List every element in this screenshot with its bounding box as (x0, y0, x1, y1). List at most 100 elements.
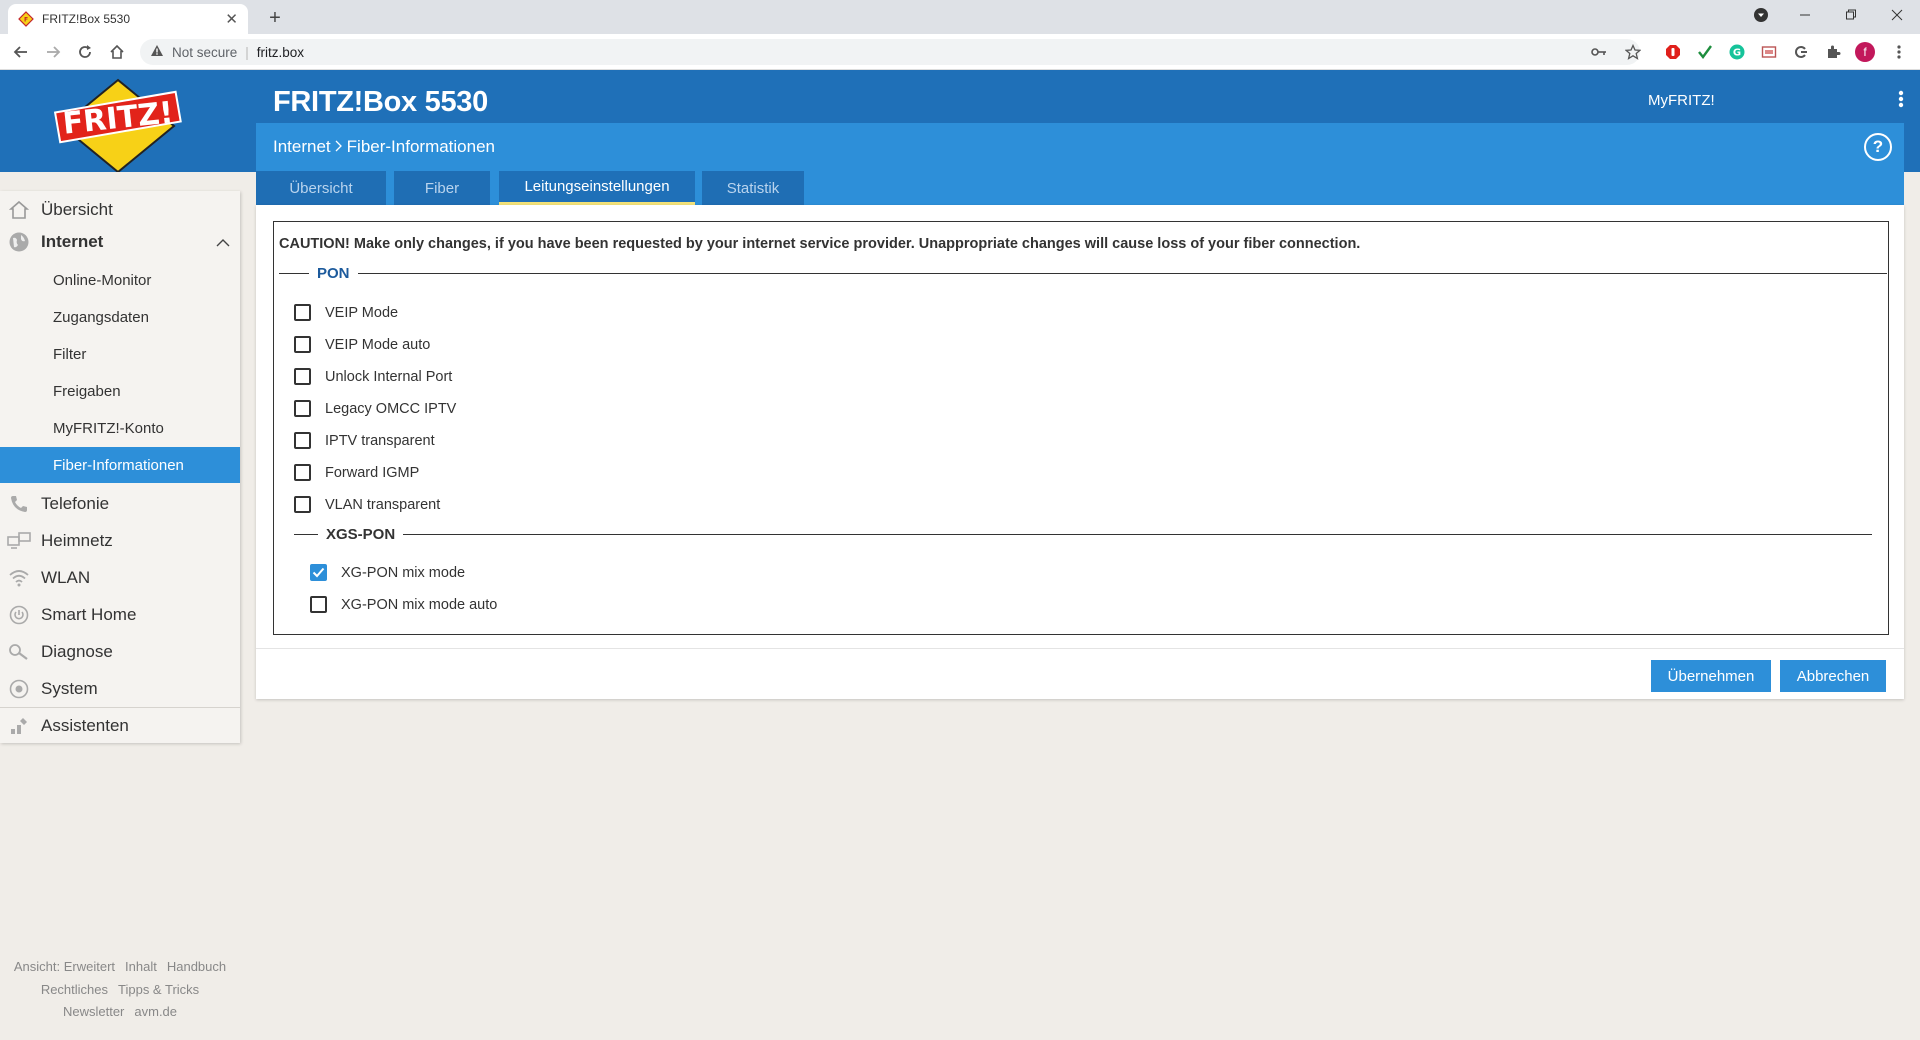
forward-icon[interactable] (40, 40, 66, 64)
check-extension-icon[interactable] (1694, 41, 1716, 63)
pon-legend: PON (279, 265, 1887, 282)
grammarly-extension-icon[interactable]: G (1726, 41, 1748, 63)
profile-avatar[interactable]: f (1854, 41, 1876, 63)
close-window-icon[interactable] (1874, 0, 1920, 30)
content-card: CAUTION! Make only changes, if you have … (256, 205, 1904, 699)
footer-link[interactable]: Newsletter (63, 1004, 124, 1019)
breadcrumb-internet[interactable]: Internet (273, 137, 331, 156)
url-text[interactable]: fritz.box (257, 45, 304, 60)
sidebar-item-diagnose[interactable]: Diagnose (0, 635, 240, 669)
sidebar-subitem-online-monitor[interactable]: Online-Monitor (0, 262, 240, 298)
security-label[interactable]: Not secure (172, 45, 237, 60)
browser-tabbar: F FRITZ!Box 5530 ✕ + (0, 0, 1920, 34)
legend-line (279, 273, 309, 274)
checkbox[interactable] (294, 464, 311, 481)
back-icon[interactable] (8, 40, 34, 64)
sidebar-item-smart-home[interactable]: Smart Home (0, 598, 240, 632)
checkbox-row[interactable]: XG-PON mix mode auto (310, 596, 497, 613)
checkbox[interactable] (294, 496, 311, 513)
checkbox[interactable] (294, 336, 311, 353)
pon-legend-label: PON (317, 265, 350, 282)
profile-initial: f (1855, 42, 1875, 62)
sidebar-item-assistenten[interactable]: Assistenten (0, 709, 240, 743)
caution-text: CAUTION! Make only changes, if you have … (279, 236, 1361, 252)
key-icon[interactable] (1588, 41, 1610, 63)
new-tab-button[interactable]: + (262, 6, 288, 32)
checkbox-row[interactable]: IPTV transparent (294, 432, 435, 449)
sidebar-divider (0, 707, 240, 708)
power-icon (7, 603, 31, 627)
checkbox-row[interactable]: Legacy OMCC IPTV (294, 400, 456, 417)
browser-toolbar: Not secure | fritz.box G f (0, 34, 1920, 70)
restore-icon[interactable] (1828, 0, 1874, 30)
footer-link[interactable]: Rechtliches (41, 982, 108, 997)
home-button-icon[interactable] (104, 40, 130, 64)
tab-leitungseinstellungen[interactable]: Leitungseinstellungen (499, 171, 695, 205)
sidebar-subitem-fiber-informationen[interactable]: Fiber-Informationen (0, 447, 240, 483)
product-name: FRITZ!Box 5530 (273, 86, 488, 118)
reload-icon[interactable] (72, 40, 98, 64)
chevron-up-icon[interactable] (216, 235, 230, 249)
breadcrumb-page: Fiber-Informationen (346, 137, 495, 156)
checkbox-row[interactable]: XG-PON mix mode (310, 564, 465, 581)
sidebar-item-wlan[interactable]: WLAN (0, 561, 240, 595)
checkbox-row[interactable]: VLAN transparent (294, 496, 440, 513)
checkbox-checked[interactable] (310, 564, 327, 581)
bookmark-star-icon[interactable] (1622, 41, 1644, 63)
footer-link[interactable]: Inhalt (125, 959, 157, 974)
footer-links-row-3: Newsletter avm.de (0, 1004, 240, 1019)
checkbox-row[interactable]: VEIP Mode auto (294, 336, 430, 353)
checkbox[interactable] (294, 304, 311, 321)
checkbox-row[interactable]: VEIP Mode (294, 304, 398, 321)
sidebar-item-uebersicht[interactable]: Übersicht (0, 195, 240, 225)
svg-text:G: G (1733, 48, 1741, 59)
checkbox[interactable] (294, 400, 311, 417)
cancel-button[interactable]: Abbrechen (1780, 660, 1886, 692)
refresh-extension-icon[interactable] (1790, 41, 1812, 63)
footer-link[interactable]: avm.de (134, 1004, 177, 1019)
tab-fiber[interactable]: Fiber (394, 171, 490, 205)
system-icon (7, 677, 31, 701)
myfritz-link[interactable]: MyFRITZ! (1648, 92, 1715, 109)
footer-link[interactable]: Ansicht: Erweitert (14, 959, 115, 974)
footer-link[interactable]: Handbuch (167, 959, 226, 974)
sidebar-item-internet[interactable]: Internet (0, 225, 240, 259)
fritz-menu-icon[interactable] (1895, 90, 1907, 108)
adblock-extension-icon[interactable] (1662, 41, 1684, 63)
fritz-logo[interactable]: FRITZ! (48, 76, 188, 174)
sidebar-item-telefonie[interactable]: Telefonie (0, 487, 240, 521)
sidebar-item-label: Übersicht (41, 200, 113, 219)
breadcrumb-chevron-icon (335, 137, 343, 156)
sidebar-item-system[interactable]: System (0, 672, 240, 706)
checkbox-row[interactable]: Unlock Internal Port (294, 368, 452, 385)
minimize-icon[interactable] (1782, 0, 1828, 30)
content-header: Internet Fiber-Informationen ? Übersicht … (256, 123, 1904, 205)
sidebar-subitem-freigaben[interactable]: Freigaben (0, 373, 240, 409)
sidebar-subitem-myfritz-konto[interactable]: MyFRITZ!-Konto (0, 410, 240, 446)
browser-menu-icon[interactable] (1888, 41, 1910, 63)
profile-dropdown-icon[interactable] (1738, 0, 1784, 30)
checkbox[interactable] (310, 596, 327, 613)
fritz-favicon-icon: F (18, 11, 34, 27)
wifi-icon (7, 566, 31, 590)
help-icon[interactable]: ? (1864, 133, 1892, 161)
apply-button[interactable]: Übernehmen (1651, 660, 1771, 692)
checkbox[interactable] (294, 368, 311, 385)
svg-text:F: F (24, 17, 28, 24)
footer-link[interactable]: Tipps & Tricks (118, 982, 199, 997)
tab-close-icon[interactable]: ✕ (225, 10, 238, 28)
sidebar-item-heimnetz[interactable]: Heimnetz (0, 524, 240, 558)
legend-line (357, 273, 1887, 274)
address-bar[interactable]: Not secure | fritz.box (140, 39, 1640, 65)
tab-uebersicht[interactable]: Übersicht (256, 171, 386, 205)
extensions-puzzle-icon[interactable] (1822, 41, 1844, 63)
checkbox-row[interactable]: Forward IGMP (294, 464, 419, 481)
screenshot-extension-icon[interactable] (1758, 41, 1780, 63)
sidebar-item-label: Internet (41, 232, 104, 251)
checkbox[interactable] (294, 432, 311, 449)
browser-tab[interactable]: F FRITZ!Box 5530 ✕ (8, 4, 248, 34)
sidebar-item-label: Diagnose (41, 642, 113, 661)
sidebar-subitem-filter[interactable]: Filter (0, 336, 240, 372)
sidebar-subitem-zugangsdaten[interactable]: Zugangsdaten (0, 299, 240, 335)
tab-statistik[interactable]: Statistik (702, 171, 804, 205)
